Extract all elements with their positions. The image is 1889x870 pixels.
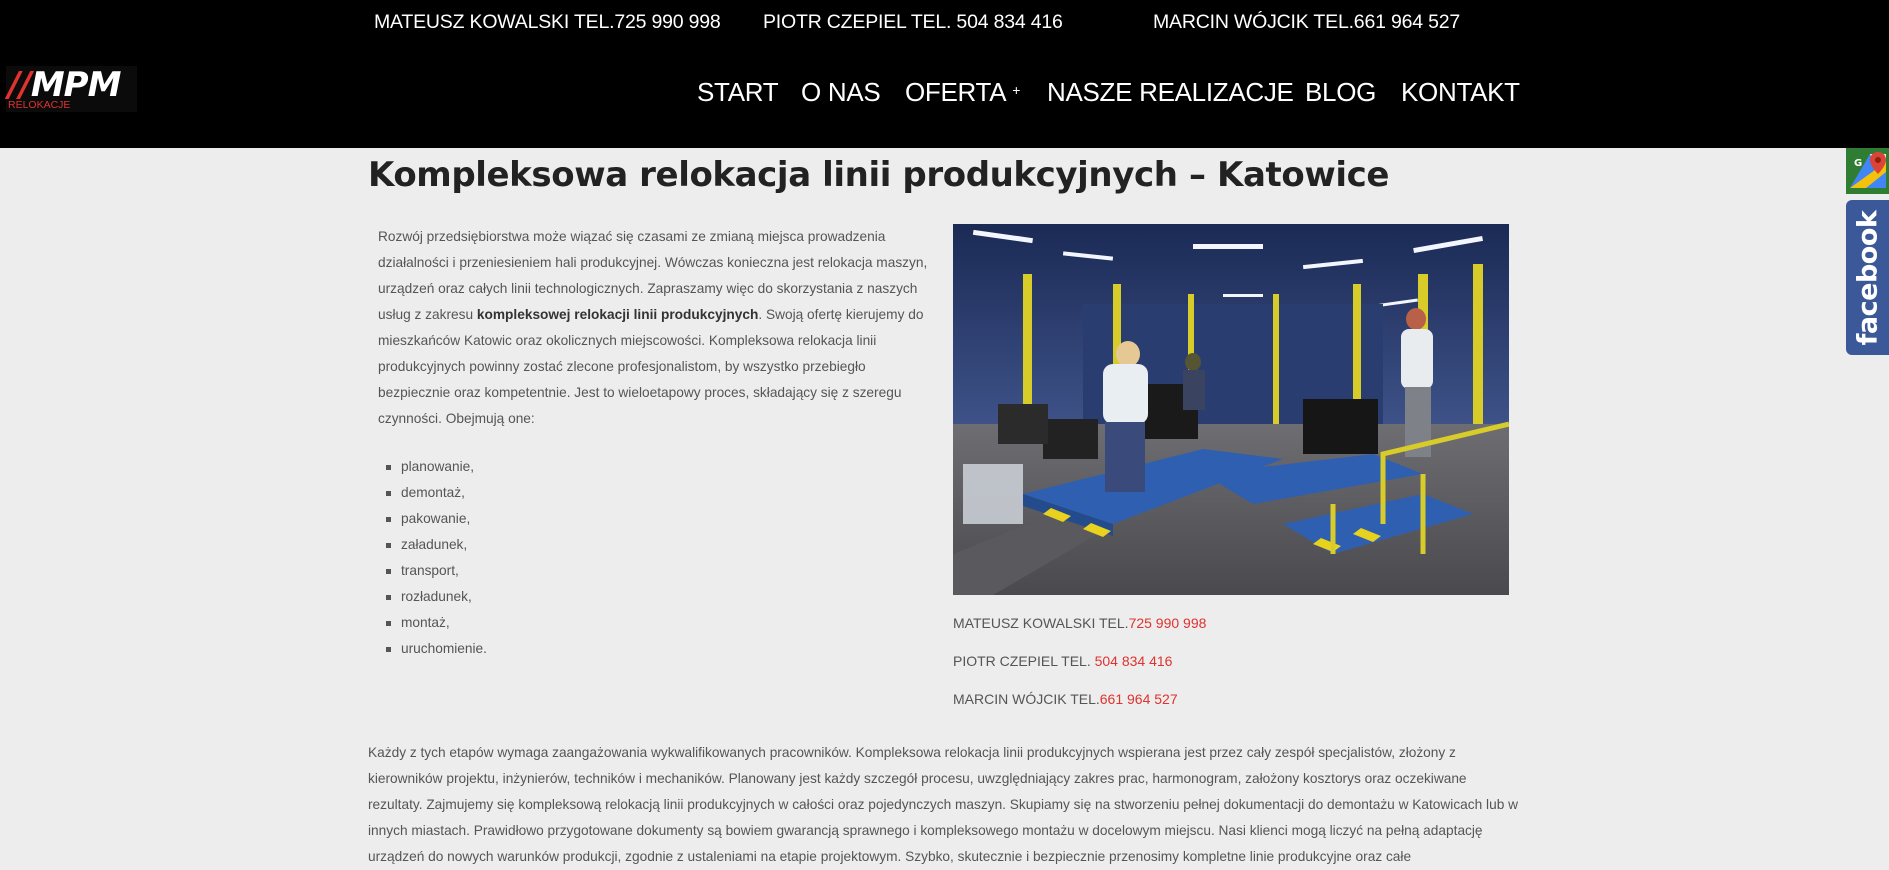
nav-item-oferta[interactable]: OFERTA +	[905, 76, 1020, 112]
page-title: Kompleksowa relokacja linii produkcyjnyc…	[368, 155, 1389, 195]
nav-item-oferta-label: OFERTA	[905, 77, 1007, 107]
nav-item-o-nas[interactable]: O NAS	[801, 76, 881, 108]
phone-link[interactable]: 725 990 998	[1129, 615, 1207, 631]
nav-item-nasze-realizacje[interactable]: NASZE REALIZACJE	[1047, 76, 1294, 108]
site-header: MATEUSZ KOWALSKI TEL.725 990 998 PIOTR C…	[0, 0, 1889, 148]
nav-item-kontakt[interactable]: KONTAKT	[1401, 76, 1520, 108]
contact-kowalski: MATEUSZ KOWALSKI TEL.725 990 998	[953, 615, 1206, 631]
logo-subtitle: RELOKACJE	[8, 99, 71, 111]
list-item: montaż,	[378, 610, 678, 636]
list-item: transport,	[378, 558, 678, 584]
submenu-plus-icon[interactable]: +	[1012, 82, 1020, 98]
contact-name: PIOTR CZEPIEL TEL.	[953, 653, 1095, 669]
list-item: załadunek,	[378, 532, 678, 558]
contact-name: MATEUSZ KOWALSKI TEL.	[953, 615, 1129, 631]
list-item: pakowanie,	[378, 506, 678, 532]
nav-item-start[interactable]: START	[697, 76, 779, 108]
phone-link[interactable]: 661 964 527	[1100, 691, 1178, 707]
facebook-icon: facebook	[1852, 210, 1883, 345]
intro-bold: kompleksowej relokacji linii produkcyjny…	[476, 307, 759, 322]
intro-paragraph: Rozwój przedsiębiorstwa może wiązać się …	[378, 224, 934, 432]
contact-name: MARCIN WÓJCIK TEL.	[953, 691, 1100, 707]
top-contact-wojcik[interactable]: MARCIN WÓJCIK TEL.661 964 527	[1153, 11, 1460, 34]
google-maps-icon: G	[1850, 152, 1886, 188]
contact-wojcik: MARCIN WÓJCIK TEL.661 964 527	[953, 691, 1178, 707]
site-logo[interactable]: //MPM RELOKACJE	[6, 66, 137, 112]
top-contact-kowalski[interactable]: MATEUSZ KOWALSKI TEL.725 990 998	[374, 11, 721, 34]
list-item: demontaż,	[378, 480, 678, 506]
phone-link[interactable]: 504 834 416	[1095, 653, 1173, 669]
intro-text-end: . Swoją ofertę kierujemy do mieszkańców …	[378, 307, 924, 426]
list-item: uruchomienie.	[378, 636, 678, 662]
google-maps-widget[interactable]: G	[1846, 148, 1889, 194]
production-line-photo	[953, 224, 1509, 595]
steps-list: planowanie, demontaż, pakowanie, załadun…	[378, 454, 678, 662]
list-item: rozładunek,	[378, 584, 678, 610]
contact-czepiel: PIOTR CZEPIEL TEL. 504 834 416	[953, 653, 1172, 669]
facebook-widget[interactable]: facebook	[1846, 200, 1889, 355]
nav-item-blog[interactable]: BLOG	[1305, 76, 1376, 108]
maps-letter: G	[1854, 158, 1862, 169]
top-contact-czepiel[interactable]: PIOTR CZEPIEL TEL. 504 834 416	[763, 11, 1063, 34]
body-paragraph: Każdy z tych etapów wymaga zaangażowania…	[368, 745, 1519, 864]
list-item: planowanie,	[378, 454, 678, 480]
